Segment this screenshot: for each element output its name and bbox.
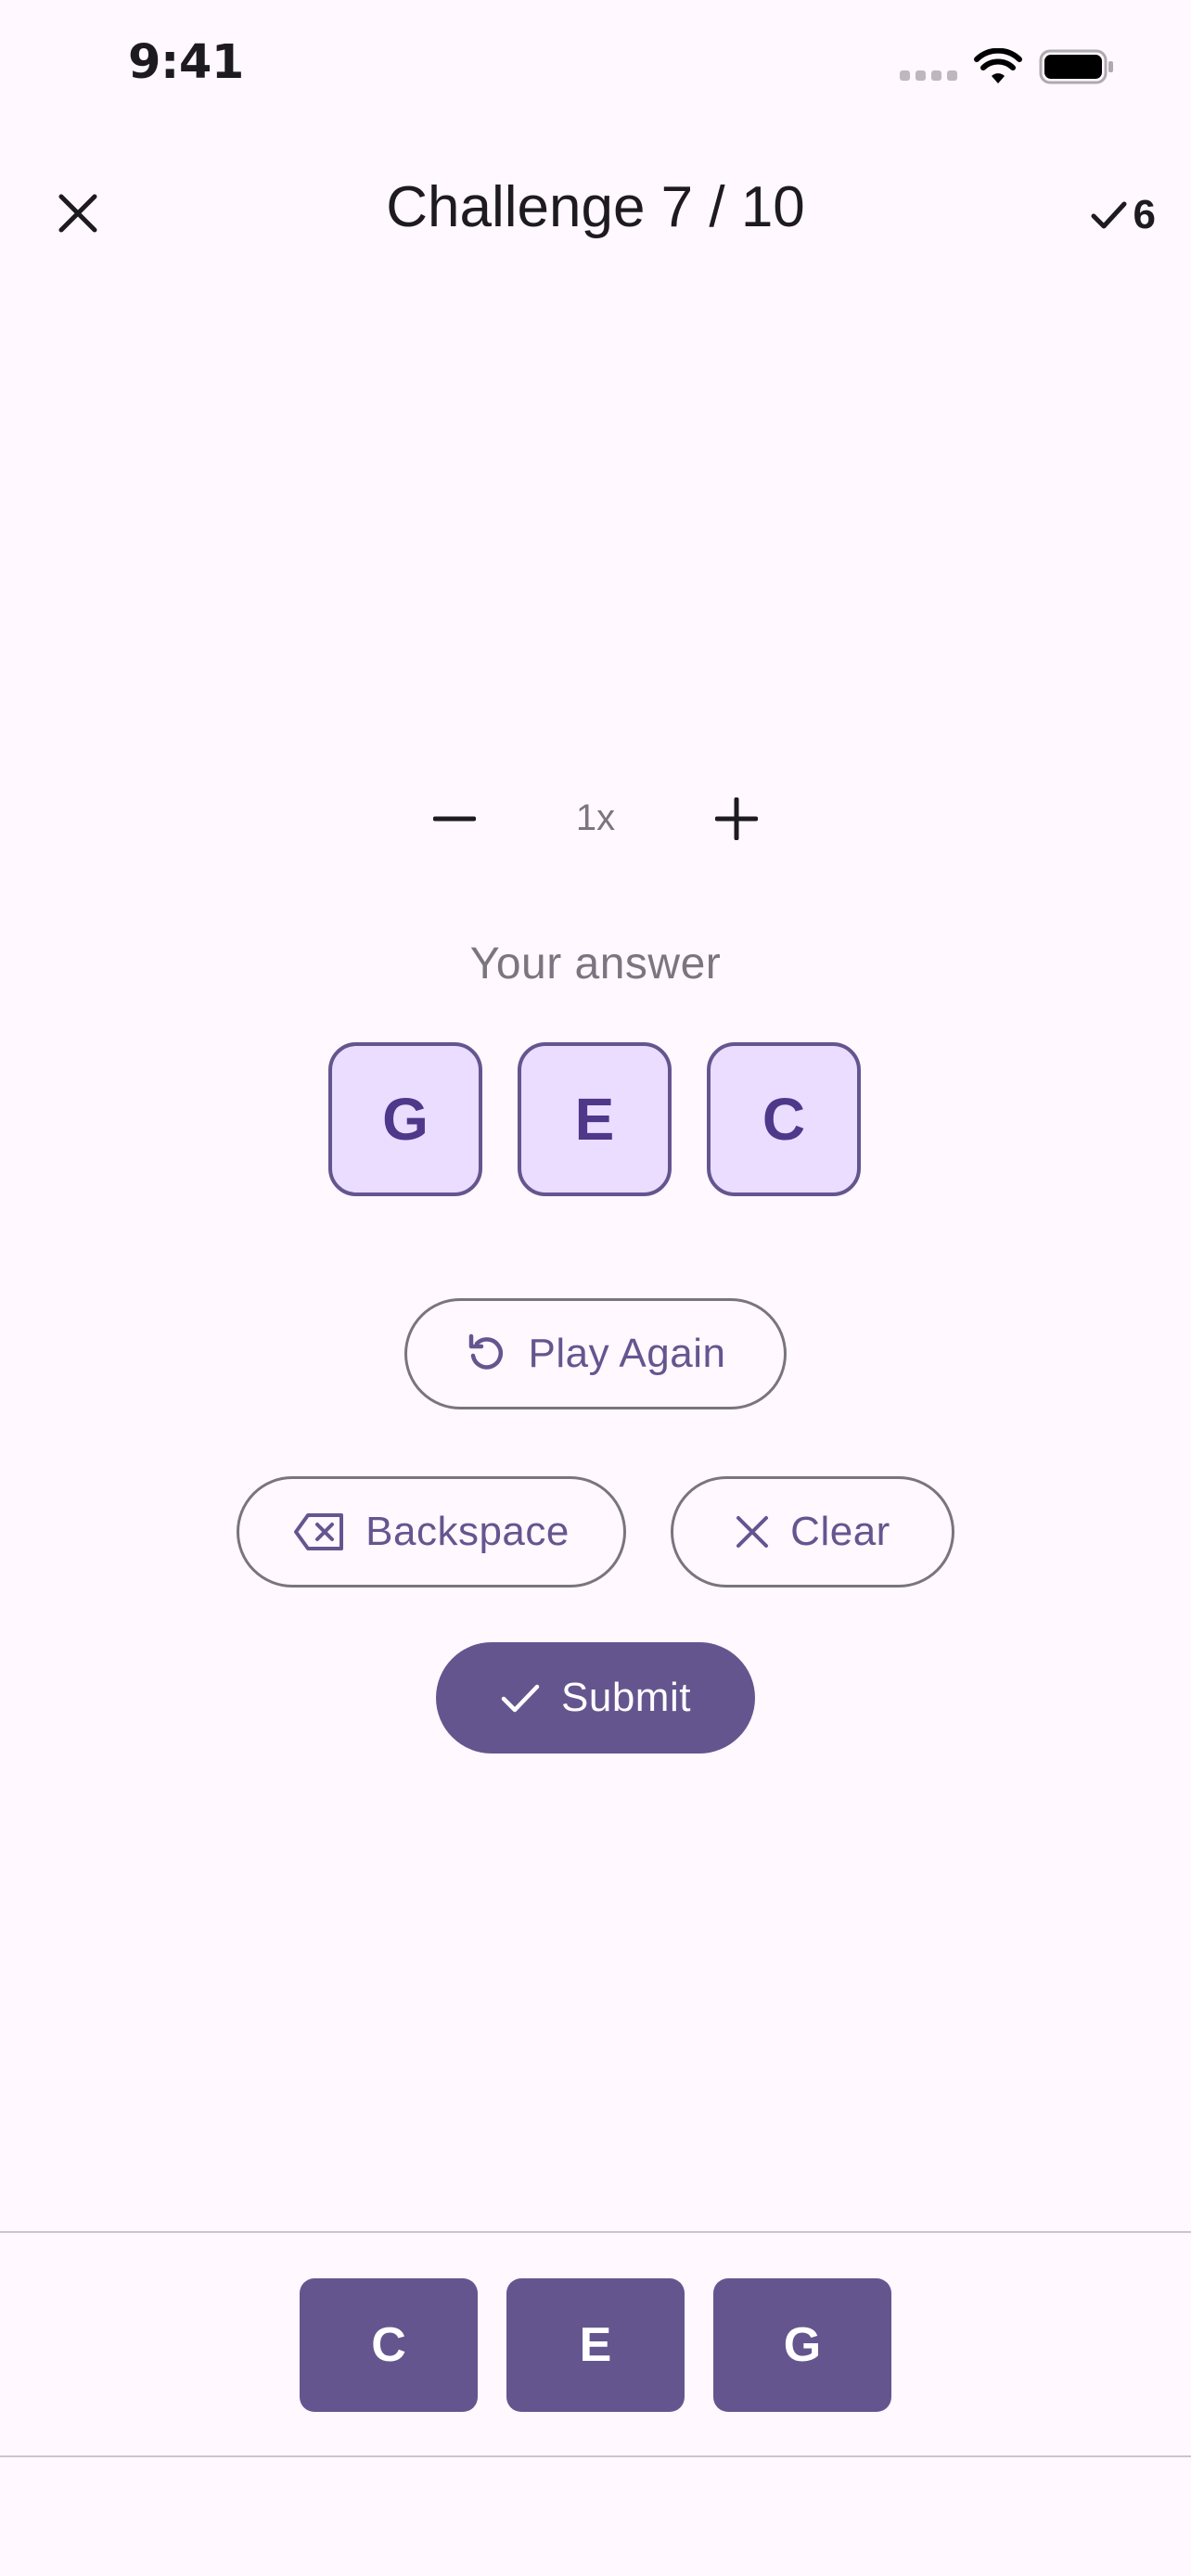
status-bar: 9:41	[0, 0, 1191, 139]
backspace-button[interactable]: Backspace	[237, 1476, 626, 1588]
answer-label: Your answer	[469, 939, 722, 988]
plus-icon	[715, 797, 758, 840]
status-time: 9:41	[128, 35, 244, 90]
check-icon	[501, 1684, 540, 1713]
backspace-icon	[294, 1513, 344, 1550]
increase-speed-button[interactable]	[690, 777, 783, 861]
divider	[0, 2455, 1191, 2457]
submit-button[interactable]: Submit	[436, 1642, 755, 1753]
answer-slot[interactable]: C	[707, 1042, 861, 1196]
page-title: Challenge 7 / 10	[386, 175, 805, 239]
note-key[interactable]: C	[300, 2278, 478, 2412]
speed-value: 1x	[575, 797, 616, 838]
note-keyboard: C E G	[300, 2278, 891, 2412]
replay-icon	[468, 1333, 503, 1370]
battery-icon	[1039, 49, 1113, 84]
app-bar: Challenge 7 / 10 6	[0, 139, 1191, 278]
clear-button[interactable]: Clear	[671, 1476, 954, 1588]
backspace-label: Backspace	[365, 1509, 570, 1554]
score-badge: 6	[1089, 187, 1156, 243]
answer-slot[interactable]: E	[518, 1042, 672, 1196]
wifi-icon	[974, 48, 1022, 83]
answer-slots: G E C	[328, 1042, 863, 1196]
score-value: 6	[1133, 192, 1156, 237]
check-icon	[1091, 201, 1127, 229]
divider	[0, 2231, 1191, 2233]
signal-icon	[900, 70, 957, 83]
note-key[interactable]: E	[506, 2278, 685, 2412]
answer-slot[interactable]: G	[328, 1042, 482, 1196]
submit-label: Submit	[561, 1675, 691, 1720]
play-again-button[interactable]: Play Again	[404, 1298, 787, 1409]
clear-label: Clear	[790, 1509, 890, 1554]
close-icon	[736, 1516, 769, 1548]
play-again-label: Play Again	[528, 1331, 726, 1376]
playback-speed-control: 1x	[408, 777, 783, 861]
minus-icon	[433, 816, 476, 822]
note-key[interactable]: G	[713, 2278, 891, 2412]
decrease-speed-button[interactable]	[408, 777, 501, 861]
